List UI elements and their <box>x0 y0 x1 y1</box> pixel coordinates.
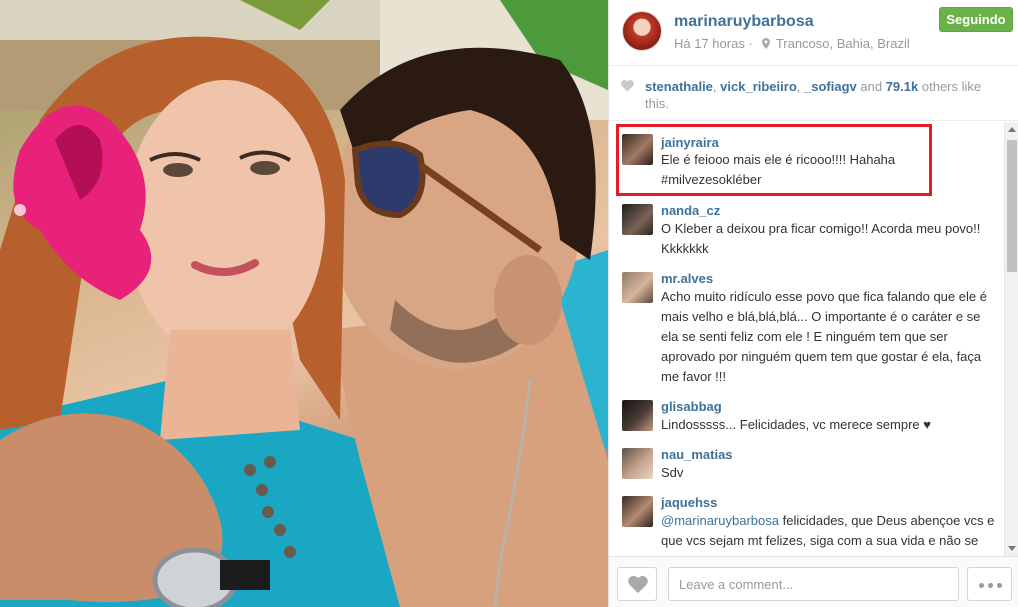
likes-text: stenathalie, vick_ribeiiro, _sofiagv and… <box>645 79 982 111</box>
more-options-button[interactable] <box>967 567 1012 601</box>
dot-icon <box>979 583 984 588</box>
likes-section: stenathalie, vick_ribeiiro, _sofiagv and… <box>609 67 1018 121</box>
post-photo <box>0 0 608 607</box>
liker-username[interactable]: _sofiagv <box>804 79 857 94</box>
commenter-avatar[interactable] <box>622 204 653 235</box>
commenter-username[interactable]: mr.alves <box>661 271 713 286</box>
comment-text: Acho muito ridículo esse povo que fica f… <box>661 289 987 384</box>
heart-icon <box>628 576 648 593</box>
scroll-up-arrow-icon[interactable] <box>1008 127 1016 132</box>
couple-selfie-photo <box>0 0 608 607</box>
scrollbar-thumb[interactable] <box>1007 140 1017 272</box>
comment-input[interactable] <box>668 567 959 601</box>
comment-text: Sdv <box>661 465 684 480</box>
likes-and: and <box>860 79 883 94</box>
highlight-box <box>616 124 932 196</box>
post-header: marinaruybarbosa Há 17 horas · Trancoso,… <box>609 0 1018 66</box>
liker-username[interactable]: vick_ribeiiro <box>720 79 797 94</box>
avatar[interactable] <box>622 11 662 51</box>
commenter-avatar[interactable] <box>622 496 653 527</box>
post-author-username[interactable]: marinaruybarbosa <box>674 13 814 31</box>
mention-link[interactable]: @marinaruybarbosa <box>661 513 779 528</box>
post-detail-panel: marinaruybarbosa Há 17 horas · Trancoso,… <box>608 0 1018 607</box>
location-pin-icon <box>762 38 771 49</box>
post-time[interactable]: Há 17 horas <box>674 36 745 51</box>
commenter-username[interactable]: nau_matias <box>661 447 733 462</box>
following-button[interactable]: Seguindo <box>939 7 1013 32</box>
liker-username[interactable]: stenathalie <box>645 79 713 94</box>
post-meta: Há 17 horas · Trancoso, Bahia, Brazil <box>674 36 910 51</box>
likes-count[interactable]: 79.1k <box>886 79 919 94</box>
comment-footer <box>609 556 1018 607</box>
dot-icon <box>997 583 1002 588</box>
comments-scrollbar[interactable] <box>1004 122 1018 556</box>
scroll-down-arrow-icon[interactable] <box>1008 546 1016 551</box>
like-button[interactable] <box>617 567 657 601</box>
comment-text: @marinaruybarbosa felicidades, que Deus … <box>661 511 996 556</box>
commenter-avatar[interactable] <box>622 400 653 431</box>
comments-list[interactable]: jainyraira Ele é feiooo mais ele é ricoo… <box>609 122 1004 556</box>
meta-separator: · <box>748 36 753 51</box>
heart-icon <box>621 80 634 92</box>
commenter-username[interactable]: nanda_cz <box>661 203 720 218</box>
comment-text: Lindosssss... Felicidades, vc merece sem… <box>661 417 931 432</box>
post-location[interactable]: Trancoso, Bahia, Brazil <box>776 36 910 51</box>
comment-text: O Kleber a deixou pra ficar comigo!! Aco… <box>661 221 981 256</box>
commenter-avatar[interactable] <box>622 448 653 479</box>
commenter-avatar[interactable] <box>622 272 653 303</box>
commenter-username[interactable]: glisabbag <box>661 399 722 414</box>
commenter-username[interactable]: jaquehss <box>661 495 717 510</box>
dot-icon <box>988 583 993 588</box>
